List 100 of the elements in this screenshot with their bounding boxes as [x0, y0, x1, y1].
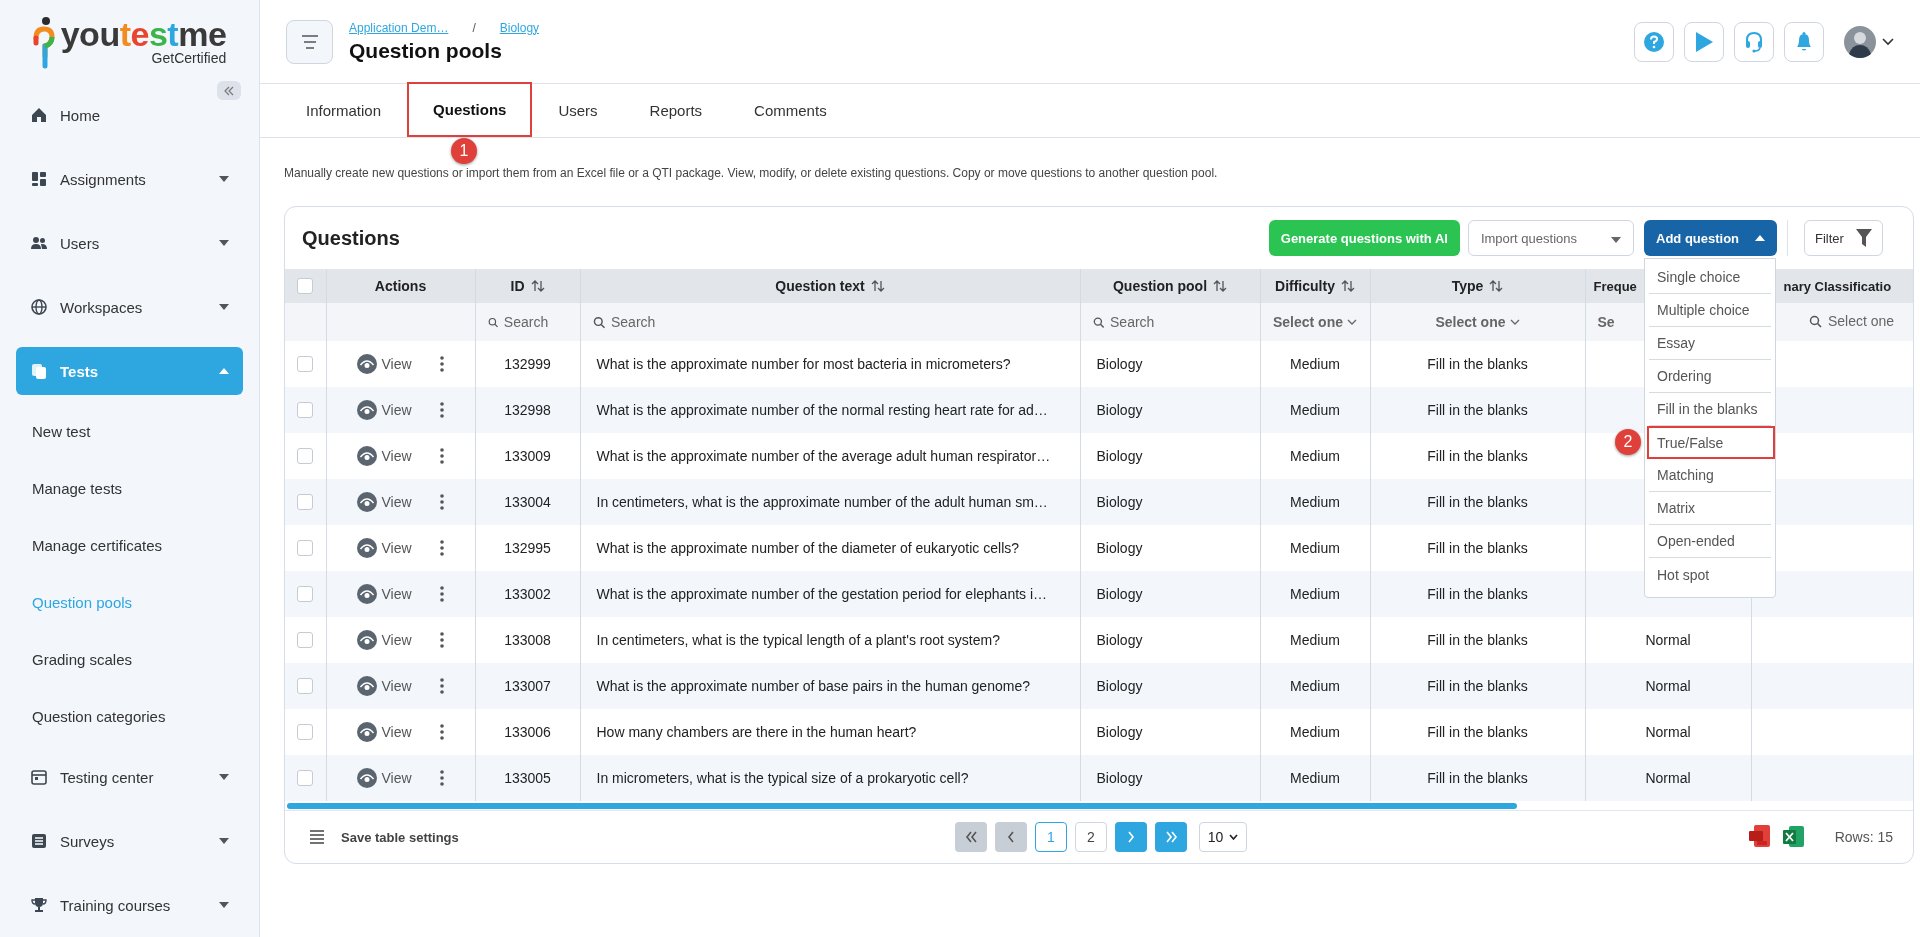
- select-field[interactable]: Select one: [1370, 314, 1584, 330]
- sidebar-item[interactable]: Testing center: [0, 745, 259, 809]
- menu-item[interactable]: Open-ended: [1649, 525, 1771, 558]
- row-checkbox[interactable]: [297, 586, 314, 602]
- import-button[interactable]: Import questions: [1467, 220, 1634, 256]
- play-button[interactable]: [1684, 21, 1724, 62]
- sort-icon[interactable]: [1489, 280, 1504, 292]
- tab[interactable]: Information: [280, 84, 408, 137]
- view-link[interactable]: View: [357, 630, 412, 650]
- sidebar-subitem[interactable]: Manage certificates: [0, 517, 259, 574]
- search-field[interactable]: Search: [1080, 314, 1259, 330]
- menu-item[interactable]: Hot spot: [1649, 558, 1771, 591]
- page-button[interactable]: 2: [1075, 822, 1107, 852]
- more-options-icon[interactable]: [439, 678, 444, 694]
- globe-icon: [30, 298, 48, 316]
- sidebar-item[interactable]: Workspaces: [0, 275, 259, 339]
- view-link[interactable]: View: [357, 354, 412, 374]
- view-link[interactable]: View: [357, 400, 412, 420]
- menu-item[interactable]: True/False: [1647, 426, 1775, 459]
- select-field[interactable]: Se: [1585, 314, 1615, 330]
- notifications-button[interactable]: [1784, 21, 1824, 62]
- sidebar-item[interactable]: Home: [0, 83, 259, 147]
- tab[interactable]: Users: [532, 84, 624, 137]
- row-checkbox[interactable]: [297, 770, 314, 786]
- page-size-select[interactable]: 10: [1199, 822, 1247, 852]
- column-header[interactable]: Type: [1451, 278, 1484, 294]
- menu-item[interactable]: Matching: [1649, 459, 1771, 492]
- sidebar-subitem[interactable]: Question categories: [0, 688, 259, 745]
- menu-item[interactable]: Single choice: [1649, 261, 1771, 294]
- tab[interactable]: Reports: [623, 84, 729, 137]
- view-link[interactable]: View: [357, 538, 412, 558]
- sort-icon[interactable]: [1340, 280, 1355, 292]
- search-field[interactable]: Search: [580, 314, 1079, 330]
- search-field[interactable]: Search: [475, 314, 579, 330]
- more-options-icon[interactable]: [439, 586, 444, 602]
- column-header[interactable]: ID: [510, 278, 525, 294]
- row-checkbox[interactable]: [297, 632, 314, 648]
- row-checkbox[interactable]: [297, 356, 314, 372]
- table-cell: Fill in the blanks: [1427, 632, 1528, 648]
- more-options-icon[interactable]: [439, 540, 444, 556]
- row-checkbox[interactable]: [297, 402, 314, 418]
- sort-icon[interactable]: [870, 280, 885, 292]
- select-all-checkbox[interactable]: [297, 278, 314, 294]
- more-options-icon[interactable]: [439, 770, 444, 786]
- row-checkbox[interactable]: [297, 540, 314, 556]
- more-options-icon[interactable]: [439, 448, 444, 464]
- more-options-icon[interactable]: [439, 494, 444, 510]
- excel-export-icon[interactable]: [1782, 825, 1805, 849]
- view-link[interactable]: View: [357, 446, 412, 466]
- support-button[interactable]: [1734, 21, 1774, 62]
- column-header[interactable]: Difficulty: [1275, 278, 1335, 294]
- view-link[interactable]: View: [357, 492, 412, 512]
- help-button[interactable]: [1634, 21, 1674, 62]
- row-checkbox[interactable]: [297, 678, 314, 694]
- menu-item[interactable]: Fill in the blanks: [1649, 393, 1771, 426]
- column-header[interactable]: Question pool: [1112, 278, 1208, 294]
- select-field[interactable]: Select one: [1260, 314, 1369, 330]
- collapse-sidebar-button[interactable]: [217, 81, 241, 100]
- filter-button[interactable]: Filter: [1804, 220, 1883, 256]
- pdf-export-icon[interactable]: [1748, 825, 1771, 849]
- menu-item[interactable]: Multiple choice: [1649, 294, 1771, 327]
- view-link[interactable]: View: [357, 722, 412, 742]
- chevron-down-icon[interactable]: [1882, 37, 1894, 46]
- view-link[interactable]: View: [357, 584, 412, 604]
- menu-item[interactable]: Ordering: [1649, 360, 1771, 393]
- last-page-button[interactable]: [1155, 822, 1187, 852]
- save-settings-link[interactable]: Save table settings: [341, 829, 459, 845]
- sidebar-subitem[interactable]: Grading scales: [0, 631, 259, 688]
- table-cell: Medium: [1290, 724, 1340, 740]
- search-field[interactable]: Select one: [1777, 313, 1913, 330]
- more-options-icon[interactable]: [439, 356, 444, 372]
- list-icon[interactable]: [309, 830, 325, 844]
- step-badge: 2: [1615, 429, 1641, 455]
- sidebar-item[interactable]: Training courses: [0, 873, 259, 937]
- more-options-icon[interactable]: [439, 724, 444, 740]
- avatar-icon[interactable]: [1844, 25, 1876, 58]
- tab[interactable]: Questions: [407, 82, 533, 137]
- chevron-down-icon: [1347, 319, 1357, 325]
- more-options-icon[interactable]: [439, 632, 444, 648]
- tab[interactable]: Comments: [728, 84, 853, 137]
- sidebar-item[interactable]: Users: [0, 211, 259, 275]
- sidebar-item[interactable]: Assignments: [0, 147, 259, 211]
- sort-icon[interactable]: [530, 280, 545, 292]
- row-checkbox[interactable]: [297, 494, 314, 510]
- row-checkbox[interactable]: [297, 724, 314, 740]
- menu-item[interactable]: Essay: [1649, 327, 1771, 360]
- more-options-icon[interactable]: [439, 402, 444, 418]
- view-link[interactable]: View: [357, 676, 412, 696]
- view-link[interactable]: View: [357, 768, 412, 788]
- menu-button[interactable]: [286, 19, 333, 64]
- menu-item[interactable]: Matrix: [1649, 492, 1771, 525]
- scrollbar-thumb[interactable]: [287, 803, 1517, 809]
- add-question-button[interactable]: Add question: [1644, 220, 1777, 256]
- sort-icon[interactable]: [1213, 280, 1228, 292]
- sidebar-subitem[interactable]: New test: [0, 403, 259, 460]
- sidebar-subitem[interactable]: Manage tests: [0, 460, 259, 517]
- sidebar-item[interactable]: Surveys: [0, 809, 259, 873]
- row-checkbox[interactable]: [297, 448, 314, 464]
- column-header[interactable]: Question text: [775, 278, 865, 294]
- table-cell: Fill in the blanks: [1427, 540, 1528, 556]
